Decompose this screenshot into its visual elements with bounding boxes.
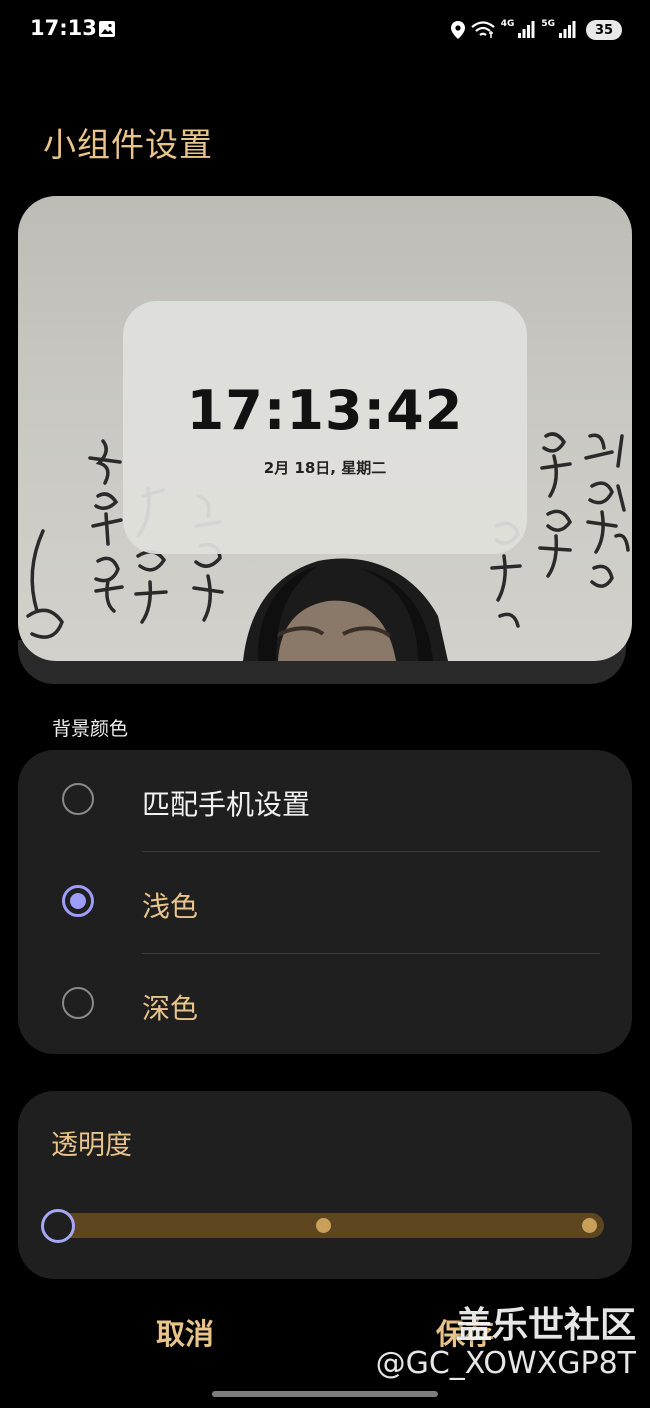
page-title: 小组件设置 (43, 125, 213, 164)
slider-step-dot (316, 1218, 331, 1233)
cancel-button[interactable]: 取消 (130, 1310, 240, 1358)
home-indicator[interactable] (212, 1391, 438, 1397)
option-label: 深色 (142, 992, 199, 1025)
transparency-slider[interactable] (54, 1213, 604, 1238)
signal-icon (518, 21, 535, 38)
transparency-card: 透明度 (18, 1091, 632, 1279)
option-match-phone[interactable]: 匹配手机设置 (18, 750, 632, 852)
clock-time: 17:13:42 (186, 379, 464, 442)
background-color-options: 匹配手机设置 浅色 深色 (18, 750, 632, 1054)
option-light[interactable]: 浅色 (18, 852, 632, 954)
clock-date: 2月 18日, 星期二 (263, 459, 387, 477)
option-label: 匹配手机设置 (142, 788, 311, 821)
network-5g-label: 5G (541, 19, 555, 29)
location-icon (450, 21, 465, 39)
status-bar: 17:13 4G 5G 35 (0, 0, 650, 62)
status-icons: 4G 5G 35 (450, 18, 622, 42)
signal-icon (559, 21, 576, 38)
status-time: 17:13 (30, 16, 97, 40)
option-label: 浅色 (142, 890, 199, 923)
radio-icon[interactable] (62, 987, 94, 1019)
clock-widget: 17:13:42 2月 18日, 星期二 (123, 301, 527, 554)
widget-preview: 17:13:42 2月 18日, 星期二 (18, 196, 632, 661)
watermark-title: 盖乐世社区 (455, 1305, 636, 1346)
background-color-label: 背景颜色 (52, 718, 129, 740)
gallery-icon (99, 21, 115, 37)
option-dark[interactable]: 深色 (18, 954, 632, 1056)
watermark-user: @GC_XOWXGP8T (375, 1346, 636, 1381)
radio-icon[interactable] (62, 783, 94, 815)
radio-checked-icon[interactable] (62, 885, 94, 917)
transparency-label: 透明度 (51, 1130, 132, 1161)
wifi-icon (470, 21, 495, 38)
network-4g-label: 4G (500, 19, 515, 29)
slider-step-dot (582, 1218, 597, 1233)
battery-icon: 35 (586, 20, 622, 40)
slider-thumb[interactable] (41, 1209, 75, 1243)
